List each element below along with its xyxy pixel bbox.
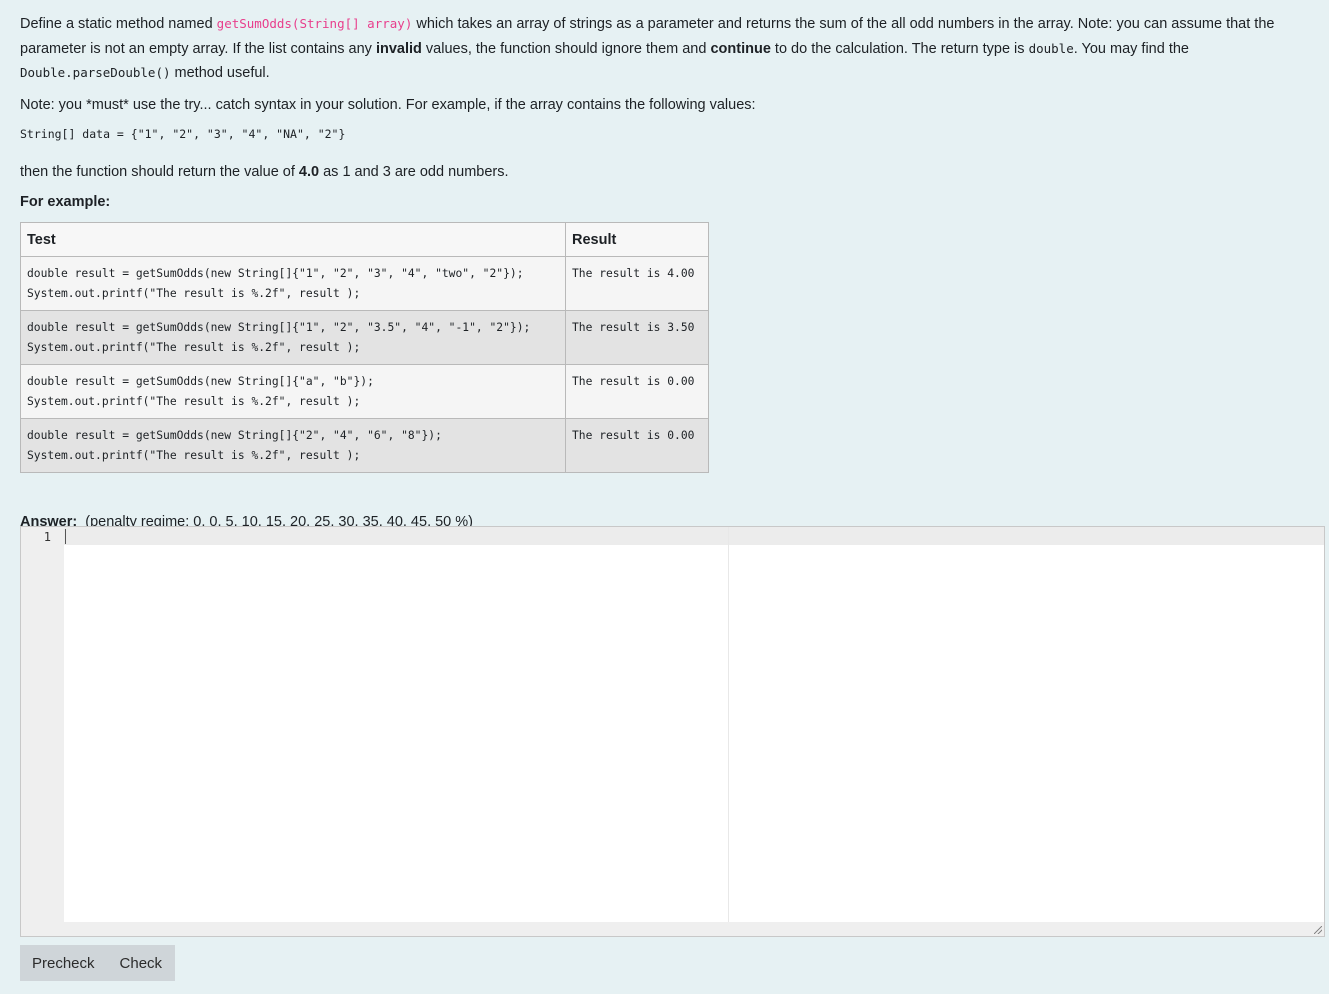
text-segment: as 1 and 3 are odd numbers.: [319, 164, 509, 180]
text-segment: to do the calculation. The return type i…: [770, 40, 1029, 57]
table-row: double result = getSumOdds(new String[]{…: [20, 418, 709, 473]
text-segment: . You may find the: [1073, 40, 1189, 57]
button-bar: Precheck Check: [20, 945, 176, 981]
expected-value: 4.0: [298, 164, 320, 180]
parse-method: Double.parseDouble(): [20, 65, 171, 80]
result-cell: The result is 3.50: [565, 310, 709, 365]
table-row: double result = getSumOdds(new String[]{…: [20, 310, 709, 365]
precheck-button[interactable]: Precheck: [32, 955, 95, 972]
text-segment: Define a static method named: [20, 16, 217, 32]
header-test: Test: [20, 222, 566, 257]
method-signature: getSumOdds(String[] array): [216, 16, 413, 31]
return-type: double: [1028, 40, 1074, 56]
question-paragraph-2: Note: you *must* use the try... catch sy…: [20, 96, 756, 113]
table-row: double result = getSumOdds(new String[]{…: [20, 256, 709, 311]
text-cursor: [65, 529, 66, 544]
print-margin: [728, 527, 729, 922]
result-cell: The result is 0.00: [565, 418, 709, 473]
line-number: 1: [43, 530, 51, 544]
question-paragraph-1: Define a static method named getSumOdds(…: [20, 12, 1320, 86]
question-paragraph-3: then the function should return the valu…: [20, 161, 1320, 185]
table-header-row: Test Result: [20, 222, 709, 257]
examples-table: Test Result double result = getSumOdds(n…: [20, 222, 709, 473]
answer-code-editor[interactable]: 1: [20, 526, 1325, 937]
for-example-heading: For example:: [20, 193, 111, 210]
test-cell: double result = getSumOdds(new String[]{…: [20, 418, 566, 473]
result-cell: The result is 0.00: [565, 364, 709, 419]
question-text: Define a static method named getSumOdds(…: [20, 12, 1320, 535]
test-cell: double result = getSumOdds(new String[]{…: [20, 310, 566, 365]
resize-handle-icon[interactable]: [1314, 926, 1322, 934]
code-example: String[] data = {"1", "2", "3", "4", "NA…: [20, 127, 346, 141]
table-row: double result = getSumOdds(new String[]{…: [20, 364, 709, 419]
test-cell: double result = getSumOdds(new String[]{…: [20, 256, 566, 311]
line-number-gutter: 1: [21, 527, 64, 936]
text-segment: then the function should return the valu…: [20, 164, 299, 180]
keyword-invalid: invalid: [375, 40, 422, 57]
active-line-highlight: [64, 527, 1324, 545]
keyword-continue: continue: [710, 40, 771, 57]
check-button[interactable]: Check: [120, 955, 163, 972]
editor-bottom-bar: [21, 922, 1324, 936]
result-cell: The result is 4.00: [565, 256, 709, 311]
text-segment: method useful.: [170, 65, 270, 81]
text-segment: values, the function should ignore them …: [421, 40, 711, 57]
header-result: Result: [565, 222, 709, 257]
test-cell: double result = getSumOdds(new String[]{…: [20, 364, 566, 419]
